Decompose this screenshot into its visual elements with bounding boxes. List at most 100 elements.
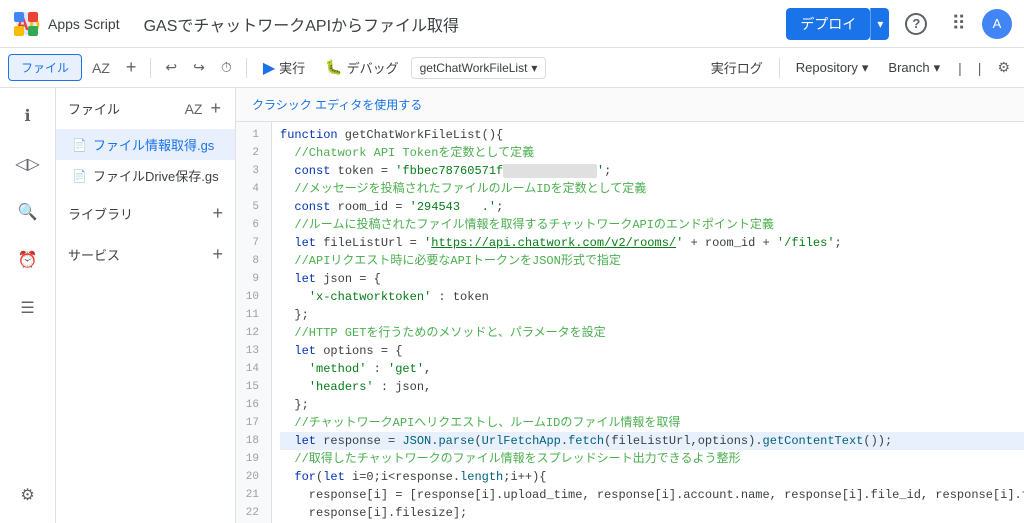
undo-button[interactable]: ↩ (159, 55, 183, 80)
settings-button[interactable]: ⚙ (991, 55, 1016, 80)
file-item-1[interactable]: 📄 ファイルDrive保存.gs (56, 160, 235, 191)
settings-icon: ⚙ (20, 485, 34, 505)
grid-icon: ⠿ (951, 11, 966, 36)
code-line: let options = { (280, 342, 1024, 360)
code-line: for(let i=0;i<response.length;i++){ (280, 468, 1024, 486)
branch-icon-1: | (958, 60, 962, 76)
line-number: 18 (236, 432, 265, 450)
add-file-button[interactable]: + (120, 53, 143, 82)
run-button[interactable]: ▶ 実行 (255, 54, 313, 82)
code-line: response[i].filesize]; (280, 504, 1024, 522)
file-icon-0: 📄 (72, 138, 87, 152)
sidebar: ℹ ◁▷ 🔍 ⏰ ☰ ⚙ (0, 88, 56, 523)
avatar[interactable]: A (982, 9, 1012, 39)
line-number: 8 (236, 252, 265, 270)
line-number: 16 (236, 396, 265, 414)
file-item-0[interactable]: 📄 ファイル情報取得.gs (56, 129, 235, 160)
line-number: 21 (236, 486, 265, 504)
code-line: function getChatWorkFileList(){ (280, 126, 1024, 144)
line-number: 19 (236, 450, 265, 468)
add-service-button[interactable]: + (212, 244, 223, 265)
sidebar-list-button[interactable]: ☰ (8, 288, 48, 328)
deploy-button[interactable]: デプロイ (786, 8, 870, 40)
sort-button[interactable]: AZ (86, 56, 116, 80)
code-line: //Chatwork API Tokenを定数として定義 (280, 144, 1024, 162)
logo-area: App Apps Script (12, 10, 120, 38)
line-number: 3 (236, 162, 265, 180)
files-header: ファイル AZ + (56, 88, 235, 129)
file-tab[interactable]: ファイル (8, 54, 82, 81)
branch-dropdown-icon: ▾ (934, 60, 941, 76)
add-library-button[interactable]: + (212, 203, 223, 224)
add-new-file-button[interactable]: + (208, 96, 223, 121)
topbar: App Apps Script GASでチャットワークAPIからファイル取得 デ… (0, 0, 1024, 48)
file-panel: ファイル AZ + 📄 ファイル情報取得.gs 📄 ファイルDrive保存.gs… (56, 88, 236, 523)
line-number: 1 (236, 126, 265, 144)
files-icon: ◁▷ (15, 154, 40, 174)
separator-2 (246, 58, 247, 78)
line-number: 14 (236, 360, 265, 378)
classic-editor-link[interactable]: クラシック エディタを使用する (252, 98, 422, 112)
run-icon: ▶ (263, 58, 275, 78)
redo-button[interactable]: ↪ (187, 55, 211, 80)
search-icon: 🔍 (18, 202, 38, 222)
second-toolbar: ファイル AZ + ↩ ↪ ⏱ ▶ 実行 🐛 デバッグ getChatWorkF… (0, 48, 1024, 88)
code-line: //取得したチャットワークのファイル情報をスプレッドシート出力できるよう整形 (280, 450, 1024, 468)
code-editor[interactable]: 1234567891011121314151617181920212223242… (236, 122, 1024, 523)
history-button[interactable]: ⏱ (215, 55, 238, 80)
code-line: //メッセージを投稿されたファイルのルームIDを定数として定義 (280, 180, 1024, 198)
code-line: 'headers' : json, (280, 378, 1024, 396)
branch-icon-2: | (978, 60, 982, 76)
line-number: 10 (236, 288, 265, 306)
deploy-arrow-button[interactable]: ▾ (870, 8, 889, 40)
debug-icon: 🐛 (325, 59, 342, 76)
gear-icon: ⚙ (997, 59, 1010, 76)
sidebar-settings-button[interactable]: ⚙ (8, 475, 48, 515)
sidebar-files-button[interactable]: ◁▷ (8, 144, 48, 184)
line-number: 5 (236, 198, 265, 216)
clock-icon: ⏰ (18, 250, 38, 270)
branch-extra-2[interactable]: | (972, 56, 988, 80)
apps-grid-button[interactable]: ⠿ (943, 7, 974, 40)
code-line: const room_id = '294543 .'; (280, 198, 1024, 216)
redo-icon: ↪ (193, 59, 205, 76)
file-panel-actions: AZ + (183, 96, 223, 121)
code-line: let response = JSON.parse(UrlFetchApp.fe… (280, 432, 1024, 450)
sidebar-clock-button[interactable]: ⏰ (8, 240, 48, 280)
function-selector[interactable]: getChatWorkFileList ▾ (411, 57, 547, 79)
file-icon-1: 📄 (72, 169, 87, 183)
branch-extra-1[interactable]: | (952, 56, 968, 80)
add-file-icon: + (210, 98, 221, 118)
project-title: GASでチャットワークAPIからファイル取得 (144, 12, 787, 36)
branch-button[interactable]: Branch ▾ (880, 56, 948, 80)
service-header: サービス + (56, 236, 235, 273)
separator-1 (150, 58, 151, 78)
sidebar-search-button[interactable]: 🔍 (8, 192, 48, 232)
help-button[interactable]: ? (897, 9, 935, 39)
dropdown-arrow-icon: ▾ (531, 61, 537, 75)
undo-icon: ↩ (165, 59, 177, 76)
sort-files-button[interactable]: AZ (183, 96, 205, 121)
line-number: 22 (236, 504, 265, 522)
help-icon: ? (905, 13, 927, 35)
log-button[interactable]: 実行ログ (703, 54, 771, 81)
debug-button[interactable]: 🐛 デバッグ (317, 54, 406, 81)
repository-button[interactable]: Repository ▾ (788, 56, 877, 80)
sort-icon: AZ (92, 60, 110, 76)
line-number: 15 (236, 378, 265, 396)
code-line: //HTTP GETを行うためのメソッドと、パラメータを設定 (280, 324, 1024, 342)
add-icon: + (126, 57, 137, 78)
app-name-label: Apps Script (48, 16, 120, 32)
code-line: let fileListUrl = 'https://api.chatwork.… (280, 234, 1024, 252)
main-content: ℹ ◁▷ 🔍 ⏰ ☰ ⚙ ファイル AZ + (0, 88, 1024, 523)
library-header: ライブラリ + (56, 195, 235, 232)
separator-3 (779, 58, 780, 78)
code-lines[interactable]: function getChatWorkFileList(){ //Chatwo… (272, 122, 1024, 523)
sidebar-info-button[interactable]: ℹ (8, 96, 48, 136)
toolbar-right: 実行ログ Repository ▾ Branch ▾ | | ⚙ (703, 54, 1016, 81)
apps-script-logo: App (12, 10, 40, 38)
line-number: 6 (236, 216, 265, 234)
deploy-group: デプロイ ▾ (786, 8, 889, 40)
list-icon: ☰ (20, 298, 34, 318)
code-line: //チャットワークAPIへリクエストし、ルームIDのファイル情報を取得 (280, 414, 1024, 432)
